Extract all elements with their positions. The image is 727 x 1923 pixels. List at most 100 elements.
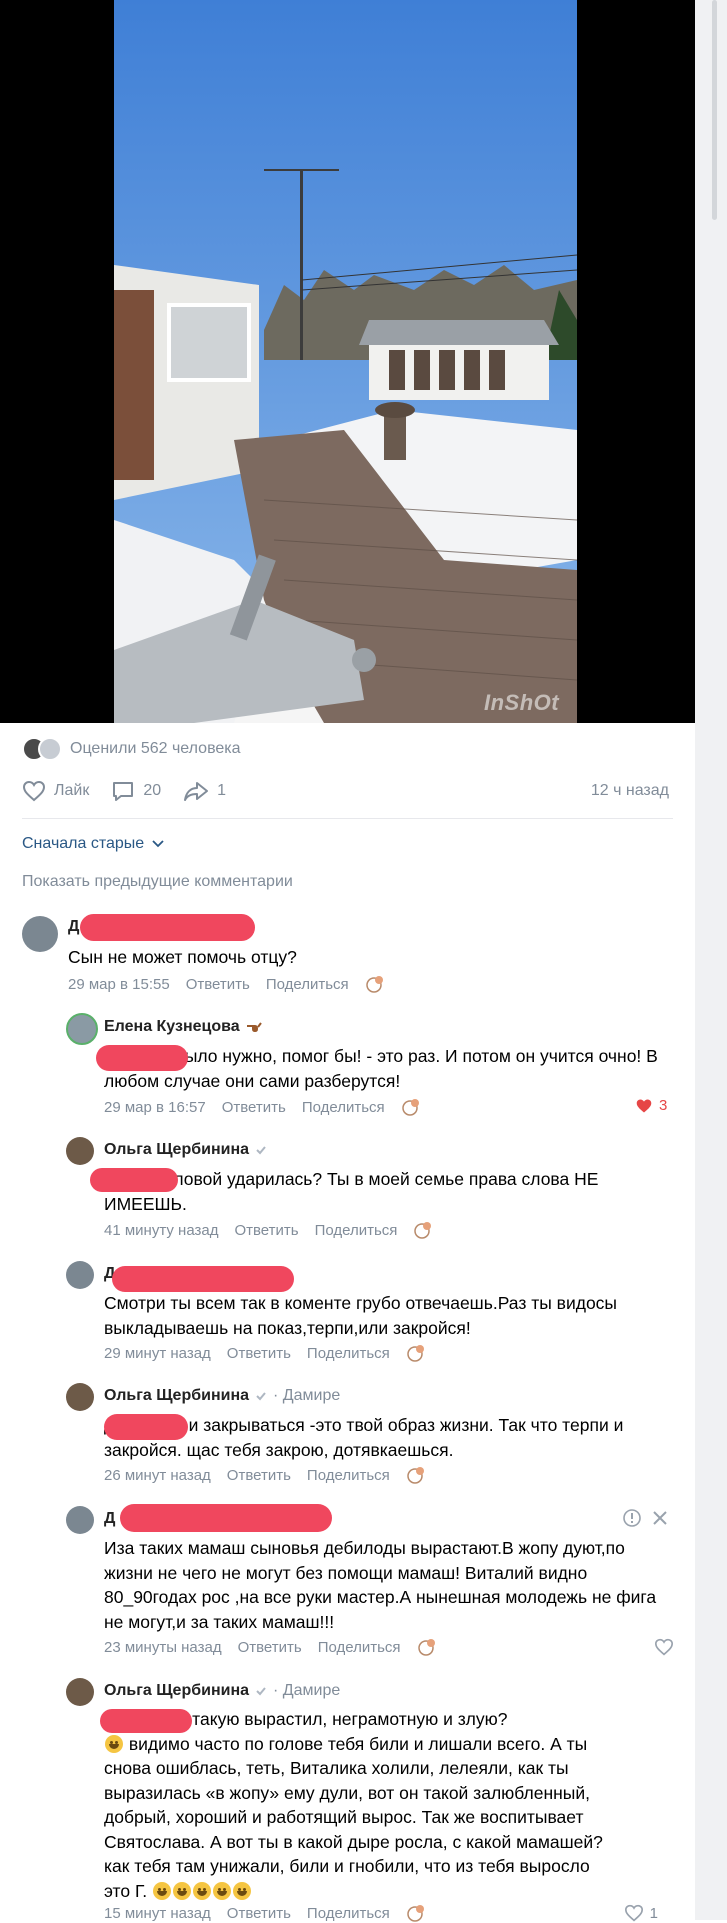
close-icon[interactable] <box>652 1510 668 1526</box>
share-link[interactable]: Поделиться <box>318 1639 401 1656</box>
comment-text: ты че, головой ударилась? Ты в моей семь… <box>104 1169 599 1214</box>
comment-meta: 29 мар в 16:57 Ответить Поделиться <box>104 1097 421 1117</box>
comment-likes-count: 3 <box>659 1097 668 1114</box>
smile-emoji-icon <box>105 1734 123 1753</box>
show-previous-comments[interactable]: Показать предыдущие комментарии <box>22 873 293 891</box>
comment-author[interactable]: Д <box>68 918 79 936</box>
verified-check-icon <box>256 1687 266 1696</box>
avatar[interactable] <box>22 916 58 952</box>
divider <box>22 818 673 819</box>
comment-date[interactable]: 41 минуту назад <box>104 1222 218 1239</box>
share-link[interactable]: Поделиться <box>307 1345 390 1362</box>
comment-text: кто ж тебя такую вырастил, неграмотную и… <box>104 1707 674 1903</box>
comment-line: это Г. <box>104 1879 674 1904</box>
pipe-badge-icon <box>246 1022 262 1032</box>
video-watermark: InShOt <box>484 690 560 715</box>
comments-sort-dropdown[interactable]: Сначала старые <box>22 835 164 853</box>
comment-line: как тебя там унижали, били и гнобили, чт… <box>104 1856 590 1876</box>
comment-date[interactable]: 29 минут назад <box>104 1345 211 1362</box>
comment-date[interactable]: 29 мар в 15:55 <box>68 976 170 993</box>
heart-outline-icon[interactable] <box>654 1638 674 1656</box>
comment-author[interactable]: Ольга Щербинина <box>104 1141 267 1159</box>
comment-text: Иза таких мамаш сыновья дебилоды выраста… <box>104 1538 657 1632</box>
redaction-mark <box>112 1266 294 1292</box>
reaction-icon[interactable] <box>406 1465 426 1485</box>
share-link[interactable]: Поделиться <box>302 1099 385 1116</box>
avatar[interactable] <box>66 1383 94 1411</box>
redaction-mark <box>90 1168 178 1192</box>
reply-to-label[interactable]: · Дамире <box>273 1682 340 1700</box>
redaction-mark <box>96 1045 188 1071</box>
comment-meta: 23 минуты назад Ответить Поделиться <box>104 1637 674 1657</box>
comment-meta: 29 мар в 15:55 Ответить Поделиться <box>68 974 385 994</box>
comment-likes[interactable]: 3 <box>635 1097 667 1114</box>
comment-text: если бы было нужно, помог бы! - это раз.… <box>104 1046 658 1091</box>
comment-text: Сын не может помочь отцу? <box>68 947 297 967</box>
share-link[interactable]: Поделиться <box>315 1222 398 1239</box>
share-link[interactable]: Поделиться <box>307 1467 390 1484</box>
redaction-mark <box>120 1504 332 1532</box>
reply-link[interactable]: Ответить <box>222 1099 286 1116</box>
reaction-icon[interactable] <box>417 1637 437 1657</box>
avatar[interactable] <box>66 1137 94 1165</box>
heart-filled-icon <box>636 1098 652 1113</box>
laughing-emoji-icon <box>213 1881 232 1900</box>
video-player[interactable]: InShOt <box>0 0 695 723</box>
like-label: Лайк <box>54 782 90 799</box>
verified-check-icon <box>256 1392 266 1401</box>
reaction-icon[interactable] <box>365 974 385 994</box>
comment-date[interactable]: 29 мар в 16:57 <box>104 1099 206 1116</box>
comments-button[interactable]: 20 <box>111 780 161 802</box>
scrollbar[interactable] <box>712 0 717 220</box>
reply-link[interactable]: Ответить <box>234 1222 298 1239</box>
laughing-emoji-icon <box>193 1881 212 1900</box>
comment-text: Д терпеть и закрываться -это твой образ … <box>104 1415 624 1460</box>
like-button[interactable]: Лайк <box>22 780 89 802</box>
reaction-icon[interactable] <box>406 1343 426 1363</box>
comment-text: Смотри ты всем так в коменте грубо отвеч… <box>104 1293 618 1338</box>
heart-outline-icon <box>22 780 46 802</box>
post-actions: Лайк 20 1 12 ч назад <box>22 776 669 806</box>
post-time[interactable]: 12 ч назад <box>591 782 669 800</box>
laughing-emoji-icon <box>153 1881 172 1900</box>
right-gutter <box>695 0 727 1920</box>
share-icon <box>184 782 209 801</box>
comment-line: выразилась «в жопу» ему дули, вот он так… <box>104 1782 591 1803</box>
reaction-icon[interactable] <box>406 1903 426 1923</box>
chevron-down-icon <box>152 840 164 848</box>
comment-date[interactable]: 26 минут назад <box>104 1467 211 1484</box>
comment-line: Святослава. А вот ты в какой дыре росла,… <box>104 1831 603 1852</box>
reply-link[interactable]: Ответить <box>238 1639 302 1656</box>
comment-date[interactable]: 15 минут назад <box>104 1905 211 1922</box>
reply-link[interactable]: Ответить <box>186 976 250 993</box>
reply-link[interactable]: Ответить <box>227 1467 291 1484</box>
avatar[interactable] <box>66 1261 94 1289</box>
comment-author[interactable]: Ольга Щербинина · Дамире <box>104 1682 340 1700</box>
comment-author[interactable]: Д <box>104 1510 115 1528</box>
sort-label: Сначала старые <box>22 835 145 852</box>
comment-date[interactable]: 23 минуты назад <box>104 1639 222 1656</box>
reaction-icon[interactable] <box>413 1220 433 1240</box>
comment-line: добрый, хороший и работящий вырос. Так ж… <box>104 1807 584 1827</box>
post-page: InShOt Оценили 562 человека Лайк 20 1 12… <box>0 0 695 1923</box>
redaction-mark <box>104 1414 188 1440</box>
reply-link[interactable]: Ответить <box>227 1345 291 1362</box>
avatar[interactable] <box>66 1506 94 1534</box>
comment-meta: 15 минут назад Ответить Поделиться 1 <box>104 1903 674 1923</box>
avatar[interactable] <box>66 1013 98 1045</box>
reaction-icon[interactable] <box>401 1097 421 1117</box>
reply-to-label[interactable]: · Дамире <box>273 1387 340 1405</box>
report-icon[interactable] <box>622 1508 642 1528</box>
share-button[interactable]: 1 <box>183 780 226 802</box>
comment-author[interactable]: Ольга Щербинина · Дамире <box>104 1387 340 1405</box>
comment-likes[interactable]: 1 <box>624 1904 674 1922</box>
comments-count: 20 <box>143 782 162 799</box>
reply-link[interactable]: Ответить <box>227 1905 291 1922</box>
share-link[interactable]: Поделиться <box>307 1905 390 1922</box>
avatar[interactable] <box>66 1678 94 1706</box>
video-frame <box>114 0 577 723</box>
reactions-summary[interactable]: Оценили 562 человека <box>22 736 241 762</box>
share-link[interactable]: Поделиться <box>266 976 349 993</box>
verified-check-icon <box>256 1146 266 1155</box>
comment-author[interactable]: Елена Кузнецова <box>104 1018 262 1036</box>
